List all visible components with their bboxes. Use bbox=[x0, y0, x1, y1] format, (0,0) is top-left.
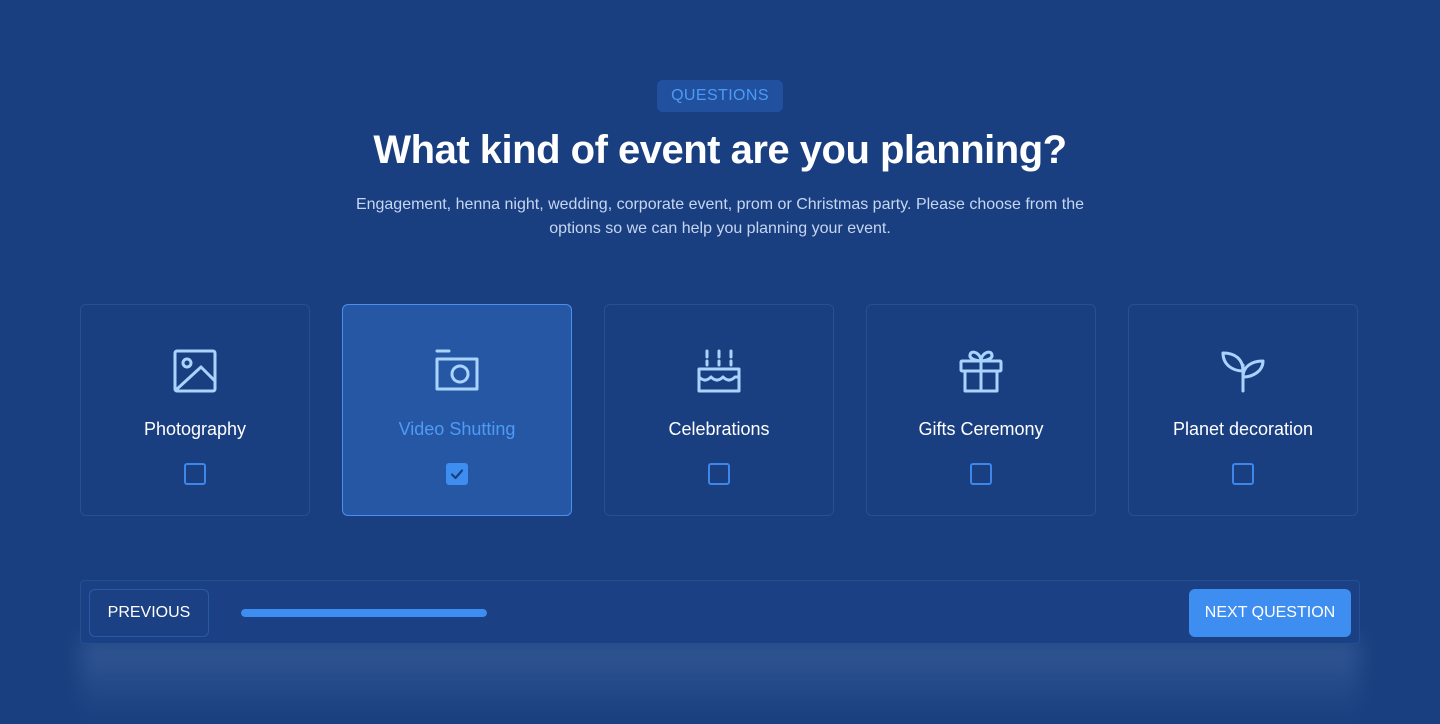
option-card-photography[interactable]: Photography bbox=[80, 304, 310, 516]
option-label: Photography bbox=[143, 419, 247, 439]
image-icon bbox=[171, 347, 219, 395]
option-card-gifts-ceremony[interactable]: Gifts Ceremony bbox=[866, 304, 1096, 516]
option-checkbox[interactable] bbox=[446, 463, 468, 485]
previous-button[interactable]: PREVIOUS bbox=[89, 589, 209, 637]
option-checkbox[interactable] bbox=[184, 463, 206, 485]
option-card-celebrations[interactable]: Celebrations bbox=[604, 304, 834, 516]
next-question-button[interactable]: NEXT QUESTION bbox=[1189, 589, 1351, 637]
option-label: Planet decoration bbox=[1172, 419, 1314, 439]
option-checkbox[interactable] bbox=[970, 463, 992, 485]
option-label: Celebrations bbox=[668, 419, 770, 439]
option-checkbox[interactable] bbox=[708, 463, 730, 485]
footer-shadow bbox=[80, 640, 1360, 720]
option-cards: Photography Video Shutting Celebrations … bbox=[80, 304, 1358, 516]
page-title: What kind of event are you planning? bbox=[373, 128, 1067, 172]
camera-icon bbox=[433, 347, 481, 395]
page-subtitle: Engagement, henna night, wedding, corpor… bbox=[355, 196, 1085, 237]
sprout-icon bbox=[1219, 347, 1267, 395]
cake-icon bbox=[695, 347, 743, 395]
progress-bar bbox=[241, 609, 487, 617]
questions-badge: QUESTIONS bbox=[657, 80, 783, 112]
option-card-video-shutting[interactable]: Video Shutting bbox=[342, 304, 572, 516]
progress-fill bbox=[241, 609, 487, 617]
checkmark-icon bbox=[450, 469, 464, 480]
navigation-bar: PREVIOUS NEXT QUESTION bbox=[80, 580, 1360, 644]
option-card-planet-decoration[interactable]: Planet decoration bbox=[1128, 304, 1358, 516]
gift-icon bbox=[957, 347, 1005, 395]
question-page: QUESTIONS What kind of event are you pla… bbox=[0, 0, 1440, 724]
option-label: Video Shutting bbox=[398, 419, 516, 439]
option-checkbox[interactable] bbox=[1232, 463, 1254, 485]
option-label: Gifts Ceremony bbox=[918, 419, 1044, 439]
